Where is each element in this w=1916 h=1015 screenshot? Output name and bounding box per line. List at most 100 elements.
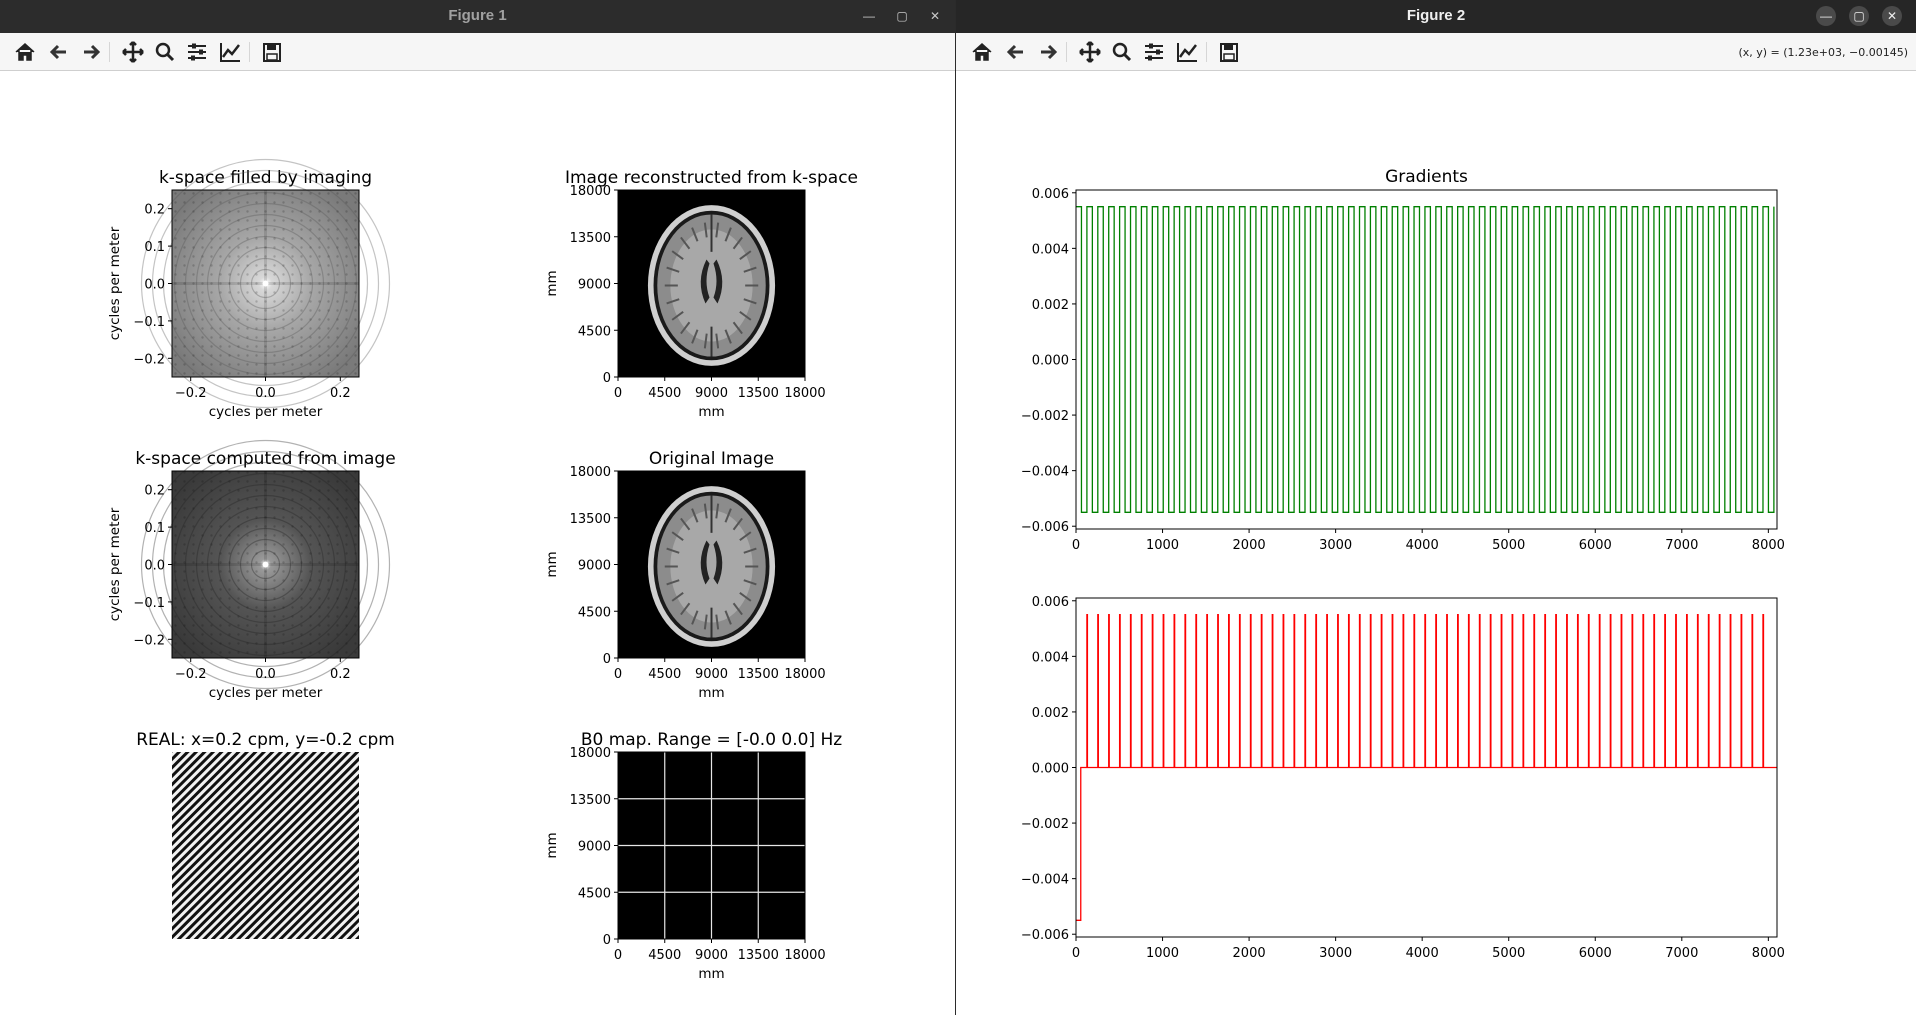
subplot-3[interactable]: k-space computed from image−0.2 0.0 0.20.2…: [107, 439, 396, 702]
y-tick-label: −0.002: [1021, 409, 1069, 424]
forward-button[interactable]: [1035, 40, 1061, 64]
kspace-center: [262, 280, 269, 287]
y-tick-label: 0.0: [144, 559, 165, 574]
close-icon[interactable]: ✕: [925, 6, 945, 26]
x-tick-label: 0: [1072, 538, 1080, 553]
close-icon[interactable]: ✕: [1882, 6, 1902, 26]
minimize-icon[interactable]: —: [859, 6, 879, 26]
y-tick-label: −0.1: [133, 315, 165, 330]
x-tick-label: 18000: [784, 948, 825, 963]
toolbar-separator: [249, 42, 250, 62]
y-tick-label: 0.000: [1032, 762, 1069, 777]
x-axis-label: cycles per meter: [209, 685, 323, 701]
subplot-1[interactable]: k-space filled by imaging−0.2 0.0 0.20.20.…: [107, 158, 391, 421]
x-tick-label: 0: [1072, 946, 1080, 961]
forward-icon: [1041, 44, 1058, 60]
y-tick-label: −0.004: [1021, 873, 1069, 888]
zoom-button[interactable]: [1109, 40, 1135, 64]
zoom-icon: [155, 42, 175, 62]
x-tick-label: 8000: [1752, 538, 1785, 553]
edit-axis-button[interactable]: [217, 40, 243, 64]
x-tick-label: 0: [614, 386, 622, 401]
y-tick-label: −0.2: [133, 633, 165, 648]
figure2-window: Figure 2 — ▢ ✕ (x, y) = (1.23e+03, −0.00…: [956, 0, 1916, 1015]
x-tick-label: 4000: [1406, 946, 1439, 961]
y-tick-label: 13500: [570, 793, 611, 808]
home-icon: [972, 42, 992, 61]
figure2-canvas[interactable]: Gradients 0 1000 2000 3000 4000 5000 6000 7000 80…: [956, 72, 1916, 1015]
y-tick-label: 9000: [578, 278, 611, 293]
x-tick-label: −0.2: [175, 667, 207, 682]
y-tick-label: 9000: [578, 840, 611, 855]
save-icon: [263, 43, 281, 62]
x-tick-label: 0.0: [255, 667, 276, 682]
x-tick-label: 4500: [648, 386, 681, 401]
chart-title: Gradients: [1385, 167, 1468, 187]
y-tick-label: −0.006: [1021, 928, 1069, 943]
home-button[interactable]: [12, 40, 38, 64]
save-button[interactable]: [259, 40, 285, 64]
x-tick-label: 5000: [1492, 946, 1525, 961]
zoom-button[interactable]: [152, 40, 178, 64]
x-tick-label: 7000: [1665, 538, 1698, 553]
save-button[interactable]: [1216, 40, 1242, 64]
x-tick-label: 7000: [1665, 946, 1698, 961]
x-axis-label: mm: [698, 404, 724, 420]
configure-subplots-button[interactable]: [1141, 40, 1167, 64]
x-tick-label: 0.0: [255, 386, 276, 401]
gradients-bottom-axes[interactable]: 0 1000 2000 3000 4000 5000 6000 7000 8000 0.006 0.…: [1021, 595, 1785, 961]
subplot-5[interactable]: REAL: x=0.2 cpm, y=-0.2 cpm: [136, 730, 395, 939]
y-tick-label: 0.0: [144, 278, 165, 293]
forward-icon: [84, 44, 101, 60]
subplot-4[interactable]: Original Image 0 4500 9000 13500 18000 18000 13…: [544, 449, 826, 701]
save-icon: [1220, 43, 1238, 62]
pan-button[interactable]: [120, 40, 146, 64]
green-gradient-line: [1076, 206, 1775, 513]
y-tick-label: 0.000: [1032, 354, 1069, 369]
x-tick-label: 18000: [784, 667, 825, 682]
back-button[interactable]: [1003, 40, 1029, 64]
y-tick-label: 0: [603, 371, 611, 386]
x-tick-label: 5000: [1492, 538, 1525, 553]
y-tick-label: 0.002: [1032, 706, 1069, 721]
subplot-title: B0 map. Range = [-0.0 0.0] Hz: [581, 730, 842, 750]
configure-subplots-button[interactable]: [184, 40, 210, 64]
figure2-titlebar[interactable]: Figure 2 — ▢ ✕: [956, 0, 1916, 33]
y-tick-label: 4500: [578, 886, 611, 901]
y-tick-label: −0.002: [1021, 817, 1069, 832]
kspace-center: [262, 561, 269, 568]
subplot-6[interactable]: B0 map. Range = [-0.0 0.0] Hz 0 4500 9000 13…: [544, 730, 842, 982]
y-tick-label: 13500: [570, 231, 611, 246]
toolbar-separator: [1066, 42, 1067, 62]
y-axis-label: mm: [544, 832, 560, 858]
back-button[interactable]: [46, 40, 72, 64]
figure1-titlebar[interactable]: Figure 1 — ▢ ✕: [0, 0, 955, 33]
figure1-canvas[interactable]: k-space filled by imaging−0.2 0.0 0.20.20.…: [0, 72, 955, 1015]
x-tick-label: 2000: [1233, 946, 1266, 961]
maximize-icon[interactable]: ▢: [892, 6, 912, 26]
x-tick-label: 1000: [1146, 946, 1179, 961]
maximize-icon[interactable]: ▢: [1849, 6, 1869, 26]
minimize-icon[interactable]: —: [1816, 6, 1836, 26]
y-tick-label: 0: [603, 652, 611, 667]
y-axis-label: mm: [544, 270, 560, 296]
x-tick-label: 6000: [1579, 946, 1612, 961]
x-axis-label: mm: [698, 685, 724, 701]
figure1-title: Figure 1: [448, 7, 507, 24]
edit-axis-button[interactable]: [1174, 40, 1200, 64]
x-tick-label: 0.2: [330, 667, 351, 682]
x-tick-label: 13500: [738, 667, 779, 682]
figure1-window: Figure 1 — ▢ ✕ k-space filled by imaging…: [0, 0, 955, 1015]
forward-button[interactable]: [78, 40, 104, 64]
y-tick-label: 9000: [578, 559, 611, 574]
x-tick-label: 13500: [738, 948, 779, 963]
subplot-title: Original Image: [649, 449, 774, 469]
y-tick-label: 4500: [578, 324, 611, 339]
gradients-top-axes[interactable]: Gradients 0 1000 2000 3000 4000 5000 6000 7000 80…: [1021, 167, 1785, 553]
y-tick-label: 0.004: [1032, 242, 1069, 257]
pan-button[interactable]: [1077, 40, 1103, 64]
subplot-title: REAL: x=0.2 cpm, y=-0.2 cpm: [136, 730, 395, 750]
home-button[interactable]: [969, 40, 995, 64]
x-tick-label: 6000: [1579, 538, 1612, 553]
subplot-2[interactable]: Image reconstructed from k-space0 4500 900…: [544, 168, 858, 420]
